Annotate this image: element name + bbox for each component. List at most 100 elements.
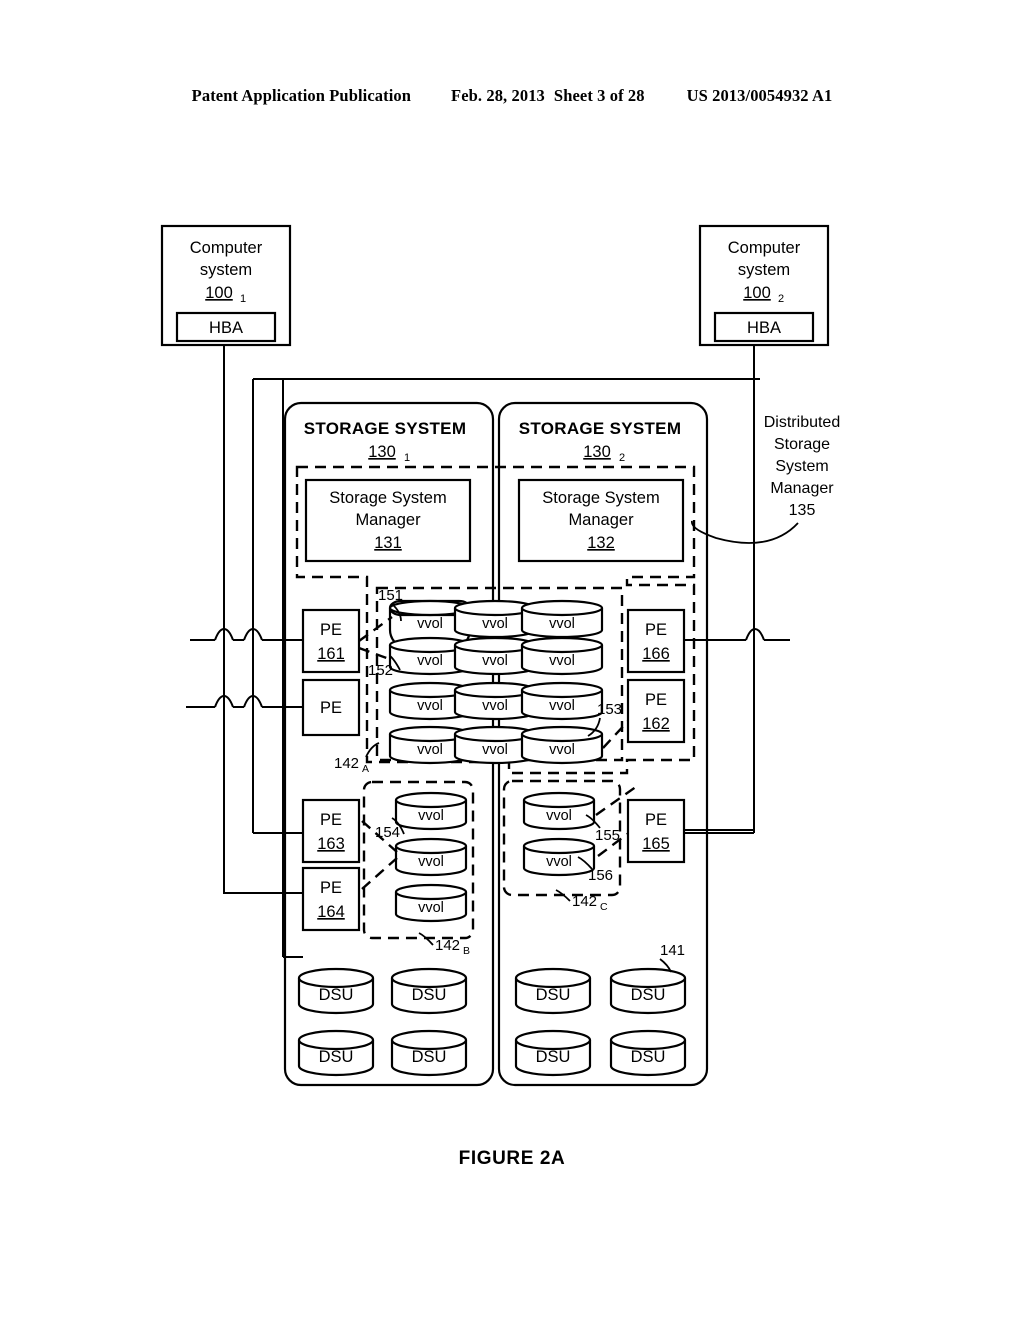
vvol-grid-142b: vvol vvol vvol <box>394 791 468 923</box>
dsu-cylinder[interactable]: DSU <box>297 967 375 1015</box>
dsu-cylinder[interactable]: DSU <box>514 967 592 1015</box>
dsu-bank-2: DSU DSU DSU DSU <box>514 967 687 1077</box>
callout-141-label: 141 <box>660 942 685 959</box>
dsu-label: DSU <box>319 1048 354 1066</box>
callout-142b-label: 142 <box>435 937 460 954</box>
pe-165-label: PE <box>645 811 667 829</box>
pe-166-ref: 166 <box>642 645 670 663</box>
vvol-grid-142a: vvol vvol vvol vvol vvol vvol vvol vvol … <box>388 599 604 765</box>
vvol-label: vvol <box>546 854 572 870</box>
callout-142a: 142 A <box>334 742 380 775</box>
pe-162-ref: 162 <box>642 715 670 733</box>
dsm-line4: Manager <box>770 480 834 497</box>
vvol-cylinder[interactable]: vvol <box>522 791 596 831</box>
vvol-label: vvol <box>549 742 575 758</box>
hba-label-1: HBA <box>209 319 243 337</box>
dsu-label: DSU <box>631 986 666 1004</box>
distributed-storage-system-manager-label: Distributed Storage System Manager 135 <box>691 414 840 544</box>
storage-system-2-ref-sub: 2 <box>619 452 625 464</box>
hba-label-2: HBA <box>747 319 781 337</box>
dsu-label: DSU <box>536 986 571 1004</box>
vvol-label: vvol <box>482 653 508 669</box>
callout-142c-sub: C <box>600 901 608 913</box>
vvol-label: vvol <box>546 808 572 824</box>
dsu-label: DSU <box>536 1048 571 1066</box>
pe-164-ref: 164 <box>317 903 345 921</box>
vvol-cylinder[interactable]: vvol <box>520 599 604 639</box>
callout-142b-sub: B <box>463 945 470 957</box>
pe-unlabeled[interactable]: PE <box>301 678 361 737</box>
computer-system-2[interactable]: Computer system 100 2 HBA <box>698 224 830 347</box>
vvol-cylinder[interactable]: vvol <box>394 837 468 877</box>
dsu-bank-1: DSU DSU DSU DSU <box>297 967 468 1077</box>
computer-system-1[interactable]: Computer system 100 1 HBA <box>160 224 292 347</box>
pe-165-ref: 165 <box>642 835 670 853</box>
dsu-cylinder[interactable]: DSU <box>609 1029 687 1077</box>
storage-system-manager-132[interactable]: Storage System Manager 132 <box>517 478 685 563</box>
vvol-label: vvol <box>482 698 508 714</box>
callout-142a-label: 142 <box>334 755 359 772</box>
pe-161[interactable]: PE 161 <box>301 608 361 674</box>
dsu-cylinder[interactable]: DSU <box>609 967 687 1015</box>
computer-system-1-ref-sub: 1 <box>240 293 246 305</box>
vvol-cylinder[interactable]: vvol <box>520 636 604 676</box>
storage-system-manager-131[interactable]: Storage System Manager 131 <box>304 478 472 563</box>
dsm-line1: Distributed <box>764 414 840 431</box>
pe-165[interactable]: PE 165 <box>626 798 686 864</box>
storage-system-1-ref-sub: 1 <box>404 452 410 464</box>
vvol-grid-142c: vvol vvol <box>522 791 596 877</box>
vvol-label: vvol <box>549 698 575 714</box>
callout-153-label: 153 <box>597 701 622 718</box>
callout-155-label: 155 <box>595 827 620 844</box>
dsm-ref: 135 <box>789 502 816 519</box>
dsu-cylinder[interactable]: DSU <box>390 1029 468 1077</box>
pe-166[interactable]: PE 166 <box>626 608 686 674</box>
computer-system-1-ref: 100 <box>205 284 233 302</box>
vvol-label: vvol <box>417 616 443 632</box>
vvol-cylinder[interactable]: vvol <box>394 883 468 923</box>
callout-141: 141 <box>659 942 685 973</box>
storage-system-2-ref: 130 <box>583 443 611 461</box>
pe-163-label: PE <box>320 811 342 829</box>
vvol-label: vvol <box>417 653 443 669</box>
callout-156-label: 156 <box>588 867 613 884</box>
dsu-label: DSU <box>412 986 447 1004</box>
vvol-cylinder[interactable]: vvol <box>394 791 468 831</box>
callout-142c-label: 142 <box>572 893 597 910</box>
manager-131-line1: Storage System <box>329 489 446 507</box>
vvol-cylinder[interactable]: vvol <box>522 837 596 877</box>
pe-163[interactable]: PE 163 <box>301 798 361 864</box>
callout-152-label: 152 <box>368 662 393 679</box>
dsu-label: DSU <box>631 1048 666 1066</box>
manager-131-ref: 131 <box>374 534 402 552</box>
storage-system-1-title: STORAGE SYSTEM <box>304 419 467 438</box>
vvol-label: vvol <box>549 653 575 669</box>
dsu-cylinder[interactable]: DSU <box>390 967 468 1015</box>
computer-system-2-ref-sub: 2 <box>778 293 784 305</box>
vvol-cylinder[interactable]: vvol <box>520 725 604 765</box>
pe-164[interactable]: PE 164 <box>301 866 361 932</box>
computer-system-2-ref: 100 <box>743 284 771 302</box>
callout-142b: 142 B <box>418 932 470 957</box>
dsu-cylinder[interactable]: DSU <box>514 1029 592 1077</box>
computer-system-1-line2: system <box>200 261 252 279</box>
vvol-label: vvol <box>417 698 443 714</box>
computer-system-2-line1: Computer <box>728 239 801 257</box>
manager-132-ref: 132 <box>587 534 615 552</box>
pe-161-label: PE <box>320 621 342 639</box>
computer-system-1-line1: Computer <box>190 239 263 257</box>
manager-132-line2: Manager <box>568 511 634 529</box>
callout-154-label: 154 <box>375 824 400 841</box>
dsu-label: DSU <box>319 986 354 1004</box>
vvol-label: vvol <box>549 616 575 632</box>
pe-162[interactable]: PE 162 <box>626 678 686 744</box>
vvol-cylinder[interactable]: vvol <box>520 681 604 721</box>
vvol-label: vvol <box>418 808 444 824</box>
pe-164-label: PE <box>320 879 342 897</box>
dsu-cylinder[interactable]: DSU <box>297 1029 375 1077</box>
vvol-label: vvol <box>418 854 444 870</box>
callout-142a-sub: A <box>362 763 369 775</box>
callout-151-label: 151 <box>378 587 403 604</box>
callout-155: 155 <box>585 814 620 844</box>
pe-162-label: PE <box>645 691 667 709</box>
